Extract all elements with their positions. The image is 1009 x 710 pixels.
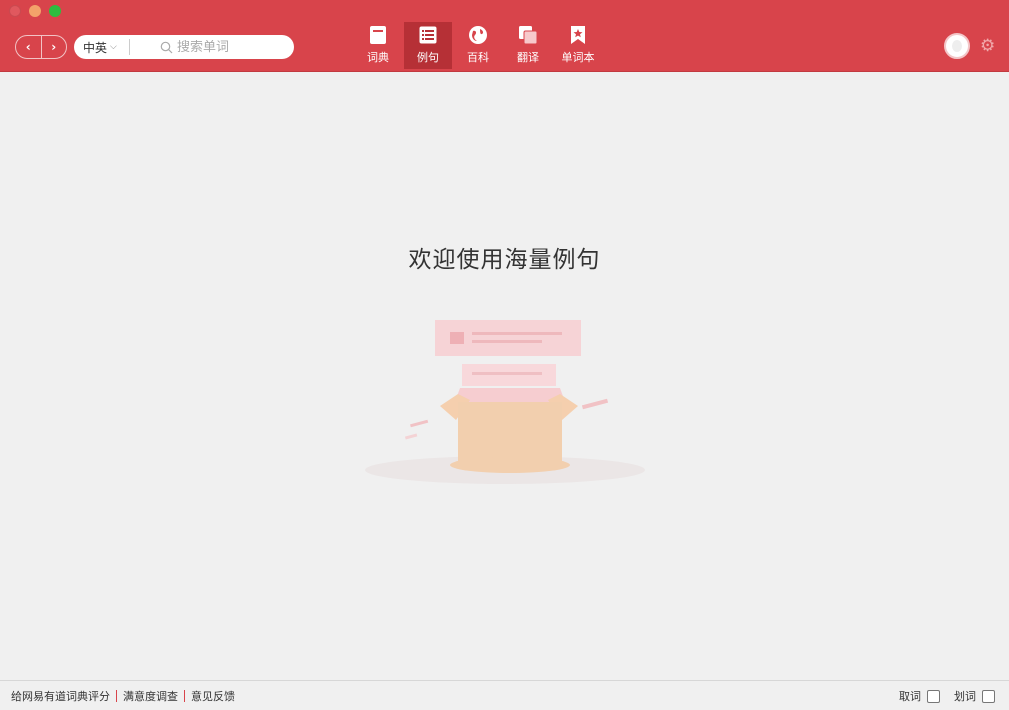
tab-encyclopedia[interactable]: 百科 — [454, 22, 502, 69]
search-box: 中英 ⌵ — [74, 35, 294, 59]
empty-box-illustration — [365, 320, 645, 484]
tab-label: 翻译 — [517, 51, 539, 64]
tab-label: 单词本 — [561, 51, 595, 64]
window-controls — [9, 5, 61, 17]
list-icon — [418, 25, 438, 45]
globe-icon — [468, 25, 488, 45]
chevron-right-icon: › — [51, 40, 57, 54]
status-bar: 给网易有道词典评分 满意度调查 意见反馈 取词 划词 — [0, 680, 1009, 710]
huaci-label: 划词 — [954, 690, 976, 703]
feedback-link[interactable]: 意见反馈 — [191, 688, 235, 704]
tab-dictionary[interactable]: 词典 — [354, 22, 402, 69]
language-select-label: 中英 — [83, 40, 108, 55]
tab-examples[interactable]: 例句 — [404, 22, 452, 69]
forward-button[interactable]: › — [40, 36, 67, 58]
maximize-window-button[interactable] — [49, 5, 61, 17]
tab-label: 百科 — [467, 51, 489, 64]
gear-icon[interactable]: ⚙ — [980, 36, 995, 56]
tab-translate[interactable]: 翻译 — [504, 22, 552, 69]
main-tabs: 词典 例句 百科 翻译 单词本 — [354, 22, 604, 69]
back-button[interactable]: ‹ — [16, 36, 41, 58]
quci-checkbox[interactable] — [927, 689, 940, 703]
welcome-title: 欢迎使用海量例句 — [408, 247, 601, 273]
tab-label: 词典 — [367, 51, 389, 64]
chevron-left-icon: ‹ — [25, 40, 31, 54]
quci-label: 取词 — [899, 690, 921, 703]
chevron-down-icon: ⌵ — [110, 42, 117, 52]
rate-app-link[interactable]: 给网易有道词典评分 — [11, 688, 110, 704]
toolbar: ‹ › 中英 ⌵ 词典 例句 — [0, 0, 1009, 72]
satisfaction-survey-link[interactable]: 满意度调查 — [123, 688, 178, 704]
language-select[interactable]: 中英 ⌵ — [74, 39, 130, 55]
history-nav: ‹ › — [15, 35, 67, 59]
translate-icon — [518, 25, 538, 45]
capture-toggles: 取词 划词 — [899, 688, 995, 704]
footer-links: 给网易有道词典评分 满意度调查 意见反馈 — [0, 688, 235, 704]
avatar[interactable] — [944, 33, 970, 59]
minimize-window-button[interactable] — [29, 5, 41, 17]
search-input[interactable] — [177, 39, 287, 55]
divider — [116, 689, 117, 702]
divider — [184, 689, 185, 702]
tab-label: 例句 — [417, 51, 439, 64]
huaci-checkbox[interactable] — [982, 689, 995, 703]
tab-wordbook[interactable]: 单词本 — [554, 22, 602, 69]
close-window-button[interactable] — [9, 5, 21, 17]
dictionary-icon — [368, 25, 388, 45]
search-icon — [160, 41, 173, 53]
bookmark-star-icon — [568, 25, 588, 45]
